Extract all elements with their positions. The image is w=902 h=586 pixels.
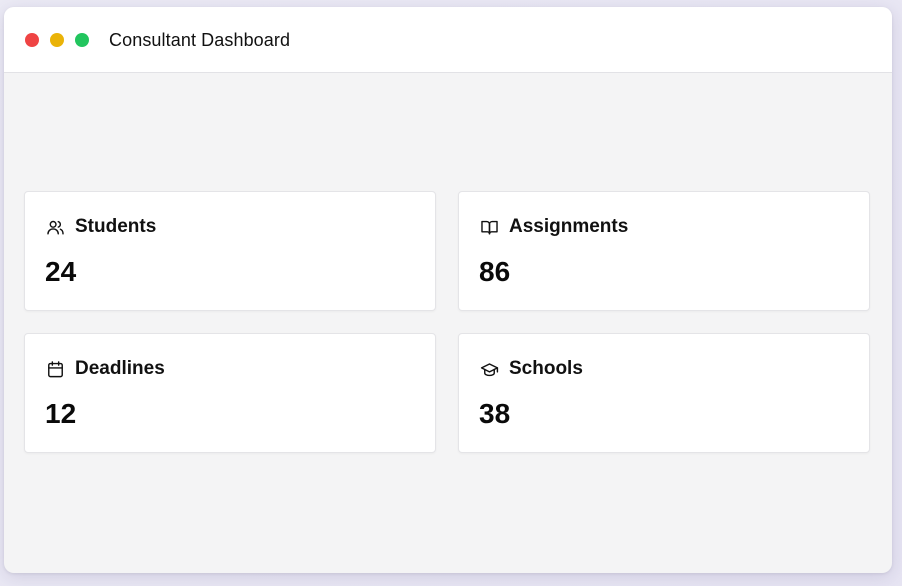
maximize-window-button[interactable] — [75, 33, 89, 47]
stat-card-assignments: Assignments 86 — [458, 191, 870, 311]
stat-card-value: 38 — [479, 398, 511, 429]
stat-card-label: Students — [75, 216, 157, 237]
stat-card-deadlines: Deadlines 12 — [24, 333, 436, 453]
app-window: Consultant Dashboard Students 24 Assignm… — [4, 7, 892, 573]
minimize-window-button[interactable] — [50, 33, 64, 47]
stat-card-schools: Schools 38 — [458, 333, 870, 453]
stat-card-label: Assignments — [509, 216, 629, 237]
stat-card-header: Students — [45, 216, 156, 238]
book-open-icon — [479, 217, 499, 237]
stat-card-label: Deadlines — [75, 358, 165, 379]
users-icon — [45, 217, 65, 237]
stat-card-value: 12 — [45, 398, 77, 429]
graduation-cap-icon — [479, 359, 499, 379]
stat-card-value: 86 — [479, 256, 511, 287]
stat-card-value: 24 — [45, 256, 77, 287]
title-bar: Consultant Dashboard — [4, 7, 892, 73]
stat-card-students: Students 24 — [24, 191, 436, 311]
close-window-button[interactable] — [25, 33, 39, 47]
stat-card-header: Assignments — [479, 216, 628, 238]
window-title: Consultant Dashboard — [109, 30, 291, 50]
calendar-icon — [45, 359, 65, 379]
stat-card-label: Schools — [509, 358, 583, 379]
stat-card-header: Deadlines — [45, 358, 165, 380]
stat-card-header: Schools — [479, 358, 583, 380]
